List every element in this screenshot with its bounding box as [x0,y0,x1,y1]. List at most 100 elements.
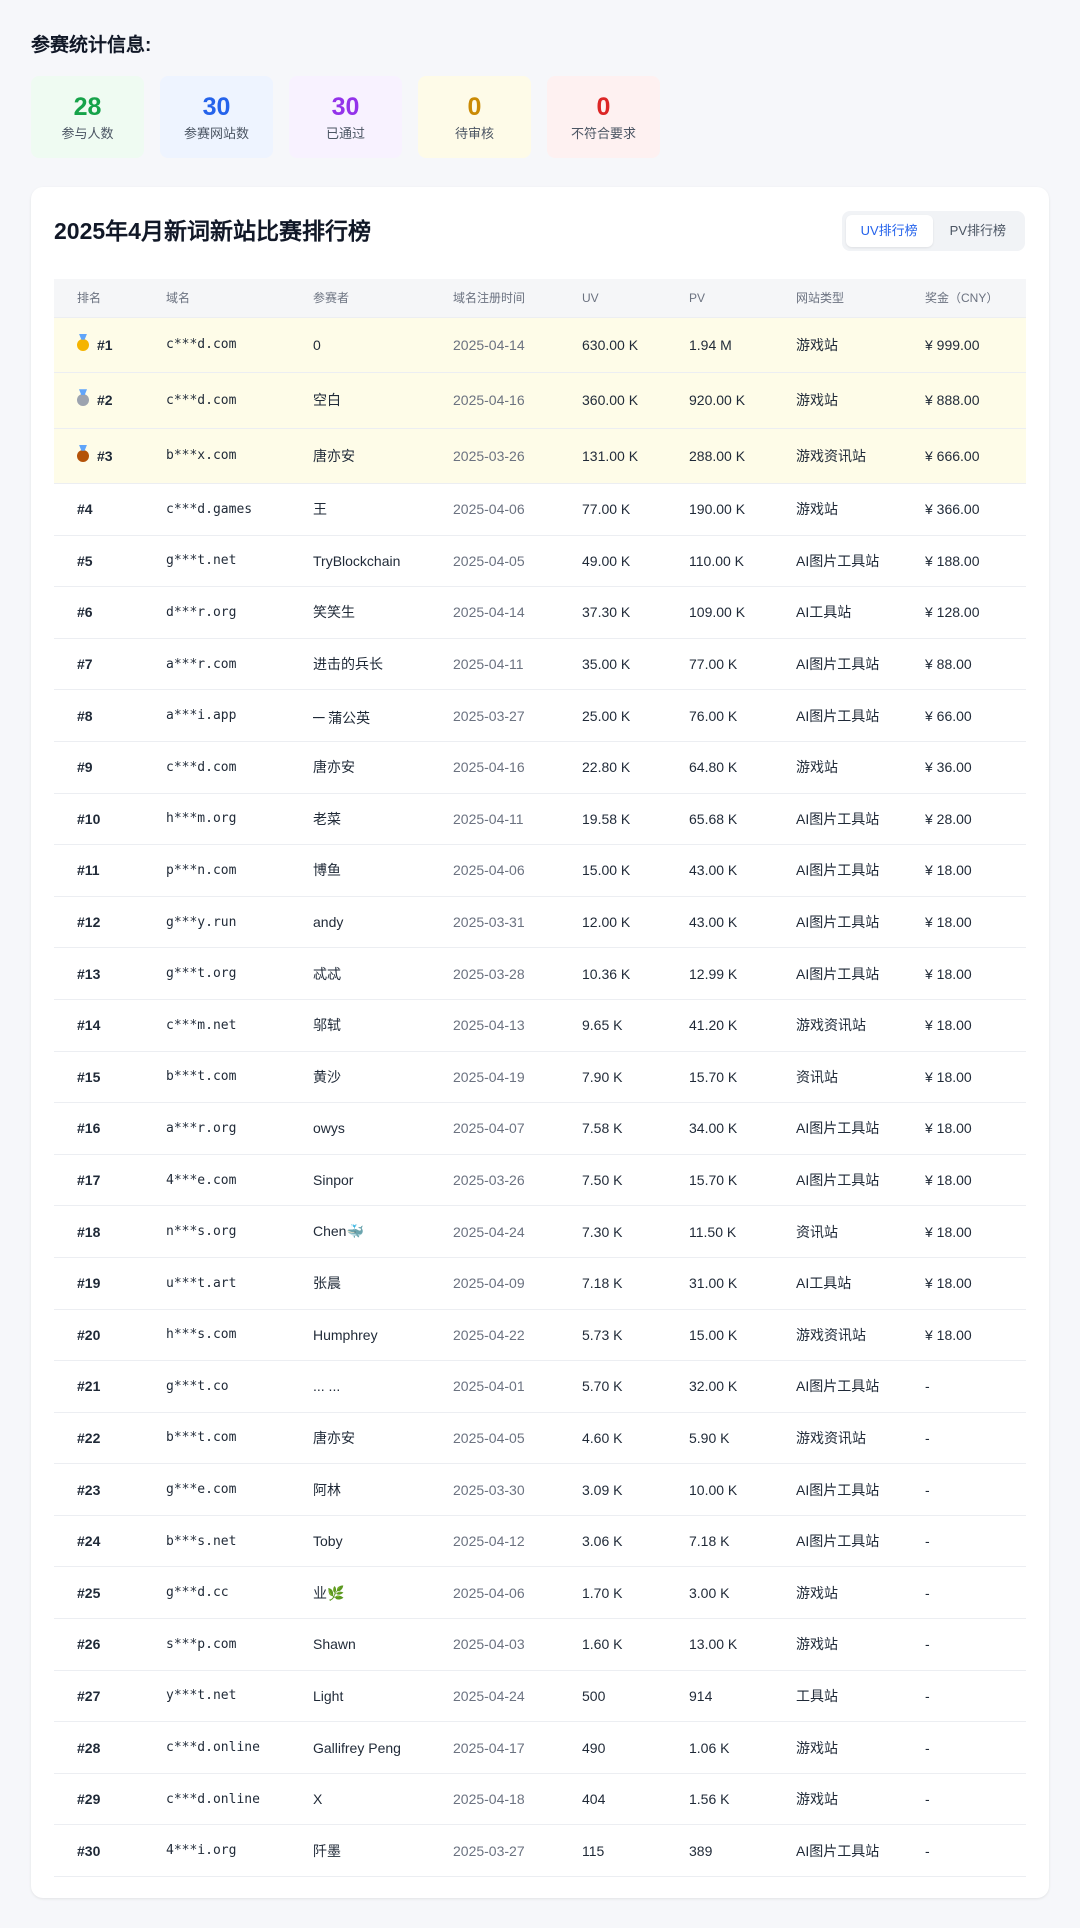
table-row[interactable]: #18 n***s.org Chen🐳 2025-04-24 7.30 K 11.50 K… [54,1205,1026,1258]
cell-domain: b***x.com [143,428,290,484]
cell-text: ¥ 18.00 [925,1068,972,1085]
cell-text: c***m.net [166,1017,237,1033]
cell-registration-date: 2025-03-31 [430,896,559,949]
table-row[interactable]: #13 g***t.org 忒忒 2025-03-28 10.36 K 12.99 K AI… [54,947,1026,1000]
cell-text: AI图片工具站 [796,1481,880,1498]
table-row[interactable]: #19 u***t.art 张晨 2025-04-09 7.18 K 31.00 K AI工… [54,1257,1026,1310]
cell-text: AI图片工具站 [796,862,880,879]
column-header-registration-date[interactable]: 域名注册时间 [430,279,559,318]
cell-text: AI图片工具站 [796,1842,880,1859]
cell-participant: owys [290,1102,430,1155]
cell-prize: - [902,1721,1026,1774]
cell-registration-date: 2025-04-11 [430,638,559,691]
cell-pv: 43.00 K [666,896,773,949]
cell-prize: - [902,1773,1026,1826]
cell-rank: #16 [54,1102,143,1155]
table-row[interactable]: #15 b***t.com 黄沙 2025-04-19 7.90 K 15.70 K 资讯站… [54,1051,1026,1104]
table-row[interactable]: #30 4***i.org 阡墨 2025-03-27 115 389 AI图片工具站 - [54,1824,1026,1878]
table-row[interactable]: #22 b***t.com 唐亦安 2025-04-05 4.60 K 5.90 K 游戏资… [54,1412,1026,1465]
table-row[interactable]: #28 c***d.online Gallifrey Peng 2025-04-17 4… [54,1721,1026,1774]
cell-pv: 7.18 K [666,1515,773,1568]
table-row[interactable]: #29 c***d.online X 2025-04-18 404 1.56 K 游戏站 - [54,1773,1026,1826]
table-row[interactable]: #8 a***i.app ᠆᠆ 蒲公英 2025-03-27 25.00 K 76.00 … [54,689,1026,742]
column-header-participant[interactable]: 参赛者 [290,279,430,318]
table-row[interactable]: #11 p***n.com 博鱼 2025-04-06 15.00 K 43.00 K AI… [54,844,1026,897]
cell-pv: 12.99 K [666,947,773,1000]
table-row[interactable]: #21 g***t.co ... ... 2025-04-01 5.70 K 32.00 … [54,1360,1026,1413]
cell-participant: Light [290,1670,430,1723]
table-row[interactable]: #6 d***r.org 笑笑生 2025-04-14 37.30 K 109.00 K A… [54,586,1026,639]
cell-text: #27 [77,1687,101,1704]
cell-uv: 490 [559,1721,666,1774]
cell-text: 博鱼 [313,862,341,879]
table-row[interactable]: #3 b***x.com 唐亦安 2025-03-26 131.00 K 288.00 K… [54,428,1026,484]
cell-text: g***t.co [166,1378,229,1394]
cell-participant: 博鱼 [290,844,430,897]
cell-domain: c***d.com [143,741,290,794]
uv-ranking-tab[interactable]: UV排行榜 [845,215,933,247]
cell-uv: 25.00 K [559,689,666,742]
cell-text: AI图片工具站 [796,656,880,673]
cell-text: 65.68 K [689,810,738,827]
cell-participant: 唐亦安 [290,428,430,484]
column-header-prize[interactable]: 奖金（CNY） [902,279,1026,318]
table-row[interactable]: #9 c***d.com 唐亦安 2025-04-16 22.80 K 64.80 K 游戏… [54,741,1026,794]
table-row[interactable]: #4 c***d.games 王 2025-04-06 77.00 K 190.00 K 游… [54,483,1026,536]
cell-text: 业🌿 [313,1584,345,1601]
cell-registration-date: 2025-04-19 [430,1051,559,1104]
cell-text: 1.94 M [689,336,732,353]
column-header-site-type[interactable]: 网站类型 [773,279,902,318]
cell-participant: 唐亦安 [290,741,430,794]
table-row[interactable]: #14 c***m.net 邬轼 2025-04-13 9.65 K 41.20 K 游戏资… [54,999,1026,1052]
table-row[interactable]: #26 s***p.com Shawn 2025-04-03 1.60 K 13.00 K… [54,1618,1026,1671]
cell-text: 2025-03-28 [453,965,525,982]
column-header-domain[interactable]: 域名 [143,279,290,318]
table-row[interactable]: #2 c***d.com 空白 2025-04-16 360.00 K 920.00 K 游… [54,372,1026,429]
cell-uv: 49.00 K [559,535,666,588]
table-body: #1 c***d.com 0 2025-04-14 630.00 K 1.94 M 游戏站 ¥… [54,317,1026,1878]
cell-registration-date: 2025-04-13 [430,999,559,1052]
cell-registration-date: 2025-04-03 [430,1618,559,1671]
cell-prize: ¥ 18.00 [902,1205,1026,1258]
cell-text: 77.00 K [689,656,738,673]
cell-text: - [925,1481,930,1498]
cell-participant: 笑笑生 [290,586,430,639]
cell-registration-date: 2025-04-14 [430,317,559,373]
cell-participant: 阿林 [290,1463,430,1516]
cell-text: 笑笑生 [313,604,355,621]
cell-text: - [925,1687,930,1704]
table-row[interactable]: #20 h***s.com Humphrey 2025-04-22 5.73 K 15.0… [54,1309,1026,1362]
cell-text: 2025-04-14 [453,336,525,353]
cell-text: u***t.art [166,1275,237,1291]
table-row[interactable]: #5 g***t.net TryBlockchain 2025-04-05 49.00 … [54,535,1026,588]
table-row[interactable]: #7 a***r.com 进击的兵长 2025-04-11 35.00 K 77.00 K… [54,638,1026,691]
cell-registration-date: 2025-03-27 [430,1824,559,1878]
cell-domain: h***m.org [143,793,290,846]
cell-rank: #11 [54,844,143,897]
cell-participant: 进击的兵长 [290,638,430,691]
table-row[interactable]: #16 a***r.org owys 2025-04-07 7.58 K 34.00 K A… [54,1102,1026,1155]
table-row[interactable]: #25 g***d.cc 业🌿 2025-04-06 1.70 K 3.00 K 游戏站 - [54,1566,1026,1620]
column-header-uv[interactable]: UV [559,279,666,318]
table-row[interactable]: #27 y***t.net Light 2025-04-24 500 914 工具站 - [54,1670,1026,1723]
cell-registration-date: 2025-03-30 [430,1463,559,1516]
cell-text: 游戏站 [796,501,838,518]
cell-pv: 11.50 K [666,1205,773,1258]
column-header-pv[interactable]: PV [666,279,773,318]
cell-prize: ¥ 66.00 [902,689,1026,742]
table-row[interactable]: #24 b***s.net Toby 2025-04-12 3.06 K 7.18 K AI… [54,1515,1026,1568]
table-row[interactable]: #12 g***y.run andy 2025-03-31 12.00 K 43.00 K… [54,896,1026,949]
cell-text: #6 [77,604,93,621]
cell-text: 游戏站 [796,1791,838,1808]
cell-text: 2025-04-12 [453,1533,525,1550]
cell-text: ¥ 999.00 [925,336,980,353]
table-row[interactable]: #1 c***d.com 0 2025-04-14 630.00 K 1.94 M 游戏站 ¥… [54,317,1026,373]
cell-text: 15.70 K [689,1068,738,1085]
pv-ranking-tab[interactable]: PV排行榜 [935,215,1021,247]
table-row[interactable]: #10 h***m.org 老菜 2025-04-11 19.58 K 65.68 K AI… [54,793,1026,846]
cell-text: b***s.net [166,1533,237,1549]
table-row[interactable]: #17 4***e.com Sinpor 2025-03-26 7.50 K 15.70 … [54,1154,1026,1207]
table-row[interactable]: #23 g***e.com 阿林 2025-03-30 3.09 K 10.00 K AI图… [54,1463,1026,1516]
cell-prize: ¥ 28.00 [902,793,1026,846]
cell-text: d***r.org [166,604,237,620]
